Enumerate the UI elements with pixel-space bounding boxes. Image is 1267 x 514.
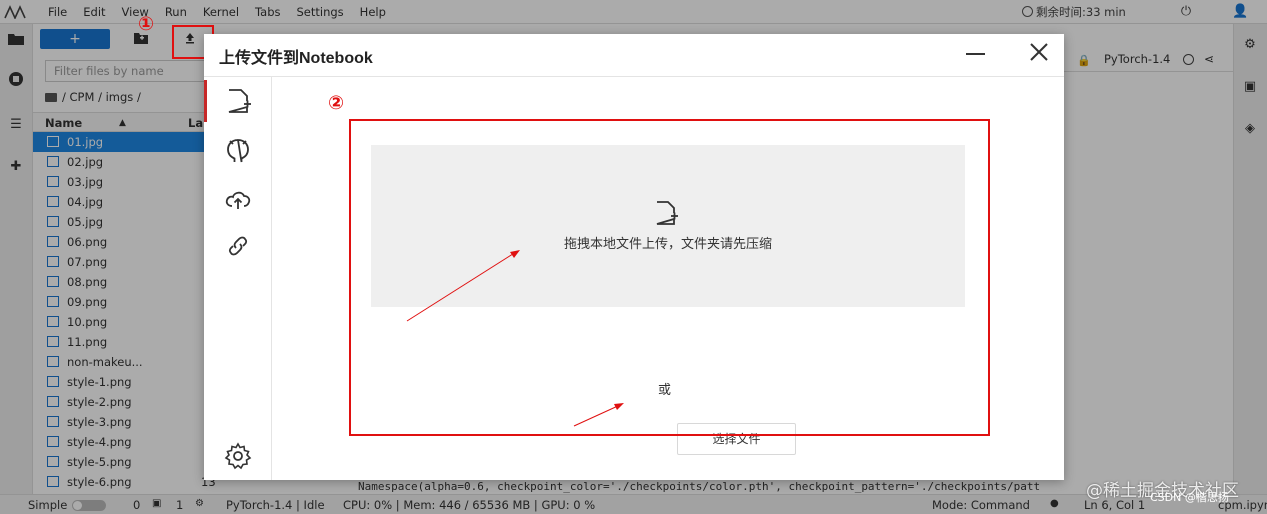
csdn-watermark: CSDN @楷思扬 [1150,491,1229,504]
annotation-arrows [406,250,624,427]
annotation-arrow-to-dropzone [406,251,517,322]
annotation-arrow-to-button [573,404,621,427]
annotation-arrowhead-dropzone [510,250,520,258]
annotation-arrowhead-button [614,403,624,410]
